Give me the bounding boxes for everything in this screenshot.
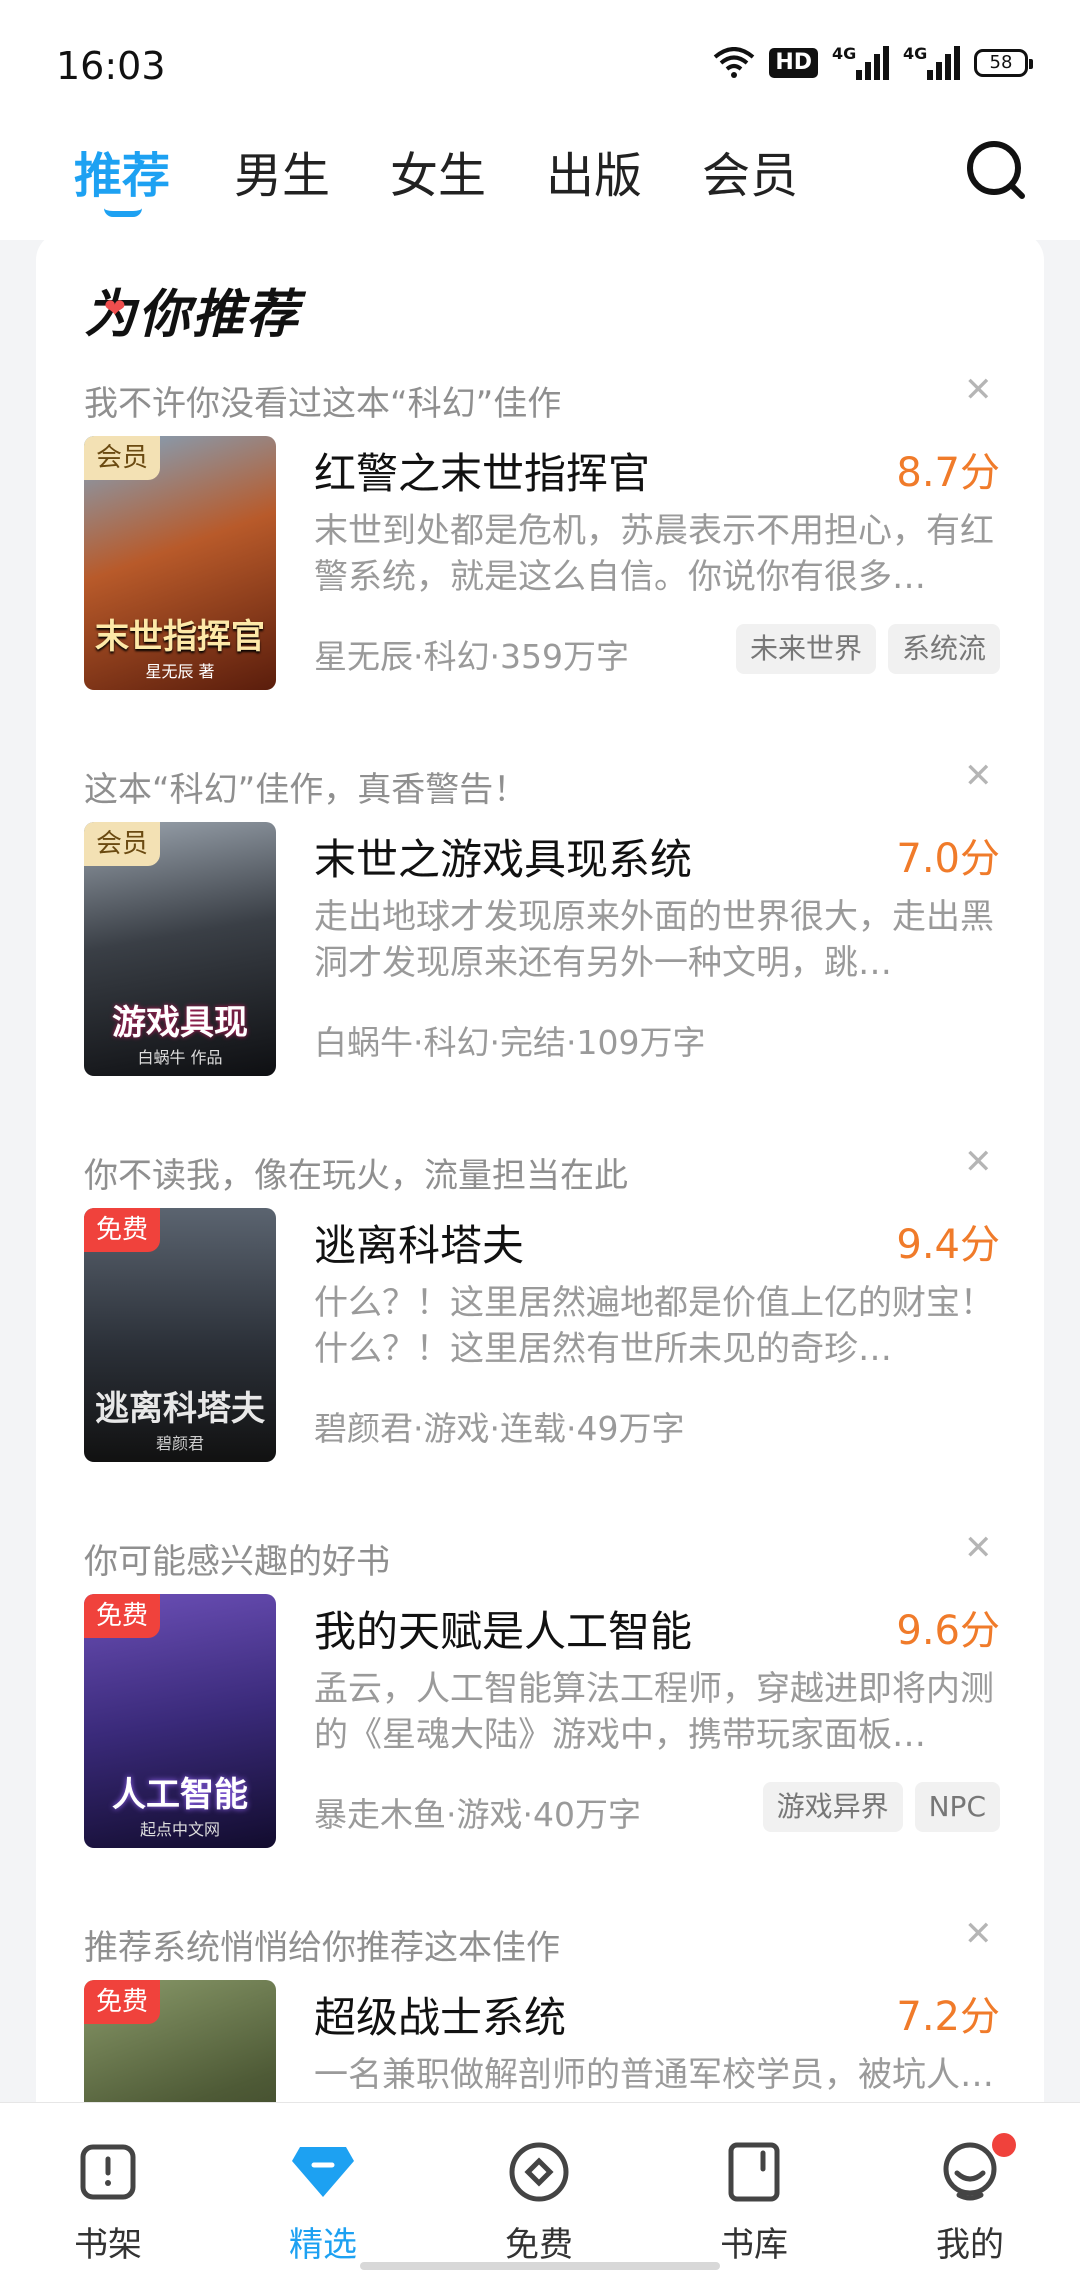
nav-bookshelf[interactable]: 书架 xyxy=(38,2139,178,2266)
nav-library[interactable]: 书库 xyxy=(684,2139,824,2266)
nav-free[interactable]: 免费 xyxy=(469,2139,609,2266)
book-cover[interactable]: 会员 游戏具现 白蜗牛 作品 xyxy=(84,822,276,1076)
book-item[interactable]: 你不读我，像在玩火，流量担当在此 ✕ 免费 逃离科塔夫 碧颜君 逃离科塔夫 9.… xyxy=(36,1142,1044,1534)
status-icons: HD 4G 4G 58 xyxy=(713,44,1033,80)
nav-featured[interactable]: 精选 xyxy=(253,2139,393,2266)
cover-author: 碧颜君 xyxy=(155,1434,204,1453)
close-icon[interactable]: ✕ xyxy=(964,756,993,796)
book-meta: 白蜗牛·科幻·完结·109万字 xyxy=(314,1023,706,1062)
book-item[interactable]: 我不许你没看过这本“科幻”佳作 ✕ 会员 末世指挥官 星无辰 著 红警之末世指挥… xyxy=(36,370,1044,762)
hd-icon: HD xyxy=(769,48,818,78)
book-score: 8.7分 xyxy=(896,450,1000,496)
book-description: 末世到处都是危机，苏晨表示不用担心，有红警系统，就是这么自信。你说你有很多… xyxy=(314,511,994,597)
cover-author: 起点中文网 xyxy=(139,1820,220,1839)
status-time: 16:03 xyxy=(56,44,166,88)
tag-list: 未来世界 系统流 xyxy=(735,624,1000,674)
book-description: 走出地球才发现原来外面的世界很大，走出黑洞才发现原来还有另外一种文明，跳… xyxy=(314,897,994,983)
tab-recommend[interactable]: 推荐 xyxy=(74,136,170,206)
book-score: 7.2分 xyxy=(896,1994,1000,2040)
book-meta: 碧颜君·游戏·连载·49万字 xyxy=(314,1409,685,1448)
book-title[interactable]: 我的天赋是人工智能 xyxy=(314,1598,692,1659)
bottom-nav-bar: 书架 精选 免费 书库 我的 xyxy=(0,2102,1080,2280)
recommend-reason: 我不许你没看过这本“科幻”佳作 xyxy=(84,384,562,424)
book-title[interactable]: 末世之游戏具现系统 xyxy=(314,826,692,887)
wifi-icon xyxy=(714,47,755,78)
section-title: 为你推荐 ❤ xyxy=(84,285,301,345)
close-icon[interactable]: ✕ xyxy=(964,1914,993,1954)
free-badge: 免费 xyxy=(84,1208,161,1252)
recommend-card: 为你推荐 ❤ 我不许你没看过这本“科幻”佳作 ✕ 会员 末世指挥官 星无辰 著 … xyxy=(36,232,1044,2132)
vip-badge: 会员 xyxy=(84,436,161,480)
tab-male[interactable]: 男生 xyxy=(234,136,330,206)
tab-female[interactable]: 女生 xyxy=(390,136,486,206)
top-tab-bar: 推荐 男生 女生 出版 会员 xyxy=(0,110,1080,240)
book-score: 9.4分 xyxy=(896,1222,1000,1268)
bookshelf-icon xyxy=(80,2144,136,2200)
cover-title: 末世指挥官 xyxy=(95,617,265,657)
library-icon xyxy=(728,2142,780,2202)
search-icon[interactable] xyxy=(964,138,1028,202)
book-tag[interactable]: 游戏异界 xyxy=(762,1782,903,1832)
free-disc-icon xyxy=(509,2142,569,2202)
tab-publish[interactable]: 出版 xyxy=(546,136,642,206)
recommend-reason: 你不读我，像在玩火，流量担当在此 xyxy=(84,1156,628,1196)
book-tag[interactable]: 未来世界 xyxy=(735,624,876,674)
notification-dot xyxy=(992,2133,1016,2157)
cover-title: 游戏具现 xyxy=(112,1003,248,1043)
book-description: 什么？！这里居然遍地都是价值上亿的财宝！什么？！这里居然有世所未见的奇珍… xyxy=(314,1283,994,1369)
recommend-reason: 你可能感兴趣的好书 xyxy=(84,1542,390,1582)
book-item[interactable]: 你可能感兴趣的好书 ✕ 免费 人工智能 起点中文网 我的天赋是人工智能 9.6分… xyxy=(36,1528,1044,1920)
book-tag[interactable]: NPC xyxy=(914,1782,1000,1832)
nav-profile[interactable]: 我的 xyxy=(900,2133,1040,2266)
battery-icon: 58 xyxy=(974,49,1033,77)
book-item[interactable]: 推荐系统悄悄给你推荐这本佳作 ✕ 免费 超级战士系统 7.2分 一名兼职做解剖师… xyxy=(36,1914,1044,2132)
cover-author: 白蜗牛 作品 xyxy=(137,1048,223,1067)
signal-icon: 4G xyxy=(832,44,889,80)
book-score: 9.6分 xyxy=(896,1608,1000,1654)
book-item[interactable]: 这本“科幻”佳作，真香警告！ ✕ 会员 游戏具现 白蜗牛 作品 末世之游戏具现系… xyxy=(36,756,1044,1148)
book-title[interactable]: 超级战士系统 xyxy=(314,1984,566,2045)
recommend-reason: 推荐系统悄悄给你推荐这本佳作 xyxy=(84,1928,560,1968)
book-meta: 暴走木鱼·游戏·40万字 xyxy=(314,1795,641,1834)
recommend-reason: 这本“科幻”佳作，真香警告！ xyxy=(84,770,528,810)
signal-icon-2: 4G xyxy=(903,44,960,80)
close-icon[interactable]: ✕ xyxy=(964,1528,993,1568)
book-cover[interactable]: 免费 人工智能 起点中文网 xyxy=(84,1594,276,1848)
book-description: 孟云，人工智能算法工程师，穿越进即将内测的《星魂大陆》游戏中，携带玩家面板… xyxy=(314,1669,994,1755)
active-tab-indicator xyxy=(104,208,142,217)
home-indicator[interactable] xyxy=(360,2262,720,2270)
book-title[interactable]: 红警之末世指挥官 xyxy=(314,440,650,501)
close-icon[interactable]: ✕ xyxy=(964,370,993,410)
vip-badge: 会员 xyxy=(84,822,161,866)
close-icon[interactable]: ✕ xyxy=(964,1142,993,1182)
cover-title: 人工智能 xyxy=(112,1775,248,1815)
book-cover[interactable]: 免费 逃离科塔夫 碧颜君 xyxy=(84,1208,276,1462)
book-cover[interactable]: 会员 末世指挥官 星无辰 著 xyxy=(84,436,276,690)
tag-list: 游戏异界 NPC xyxy=(762,1782,1000,1832)
book-title[interactable]: 逃离科塔夫 xyxy=(314,1212,524,1273)
cover-title: 逃离科塔夫 xyxy=(95,1389,265,1429)
tab-member[interactable]: 会员 xyxy=(702,136,798,206)
book-score: 7.0分 xyxy=(896,836,1000,882)
book-tag[interactable]: 系统流 xyxy=(887,624,1000,674)
cover-author: 星无辰 著 xyxy=(145,662,215,681)
heart-icon: ❤ xyxy=(104,294,128,324)
diamond-icon xyxy=(292,2147,354,2197)
free-badge: 免费 xyxy=(84,1980,161,2024)
status-bar: 16:03 HD 4G 4G 58 xyxy=(0,0,1080,110)
book-meta: 星无辰·科幻·359万字 xyxy=(314,637,629,676)
free-badge: 免费 xyxy=(84,1594,161,1638)
